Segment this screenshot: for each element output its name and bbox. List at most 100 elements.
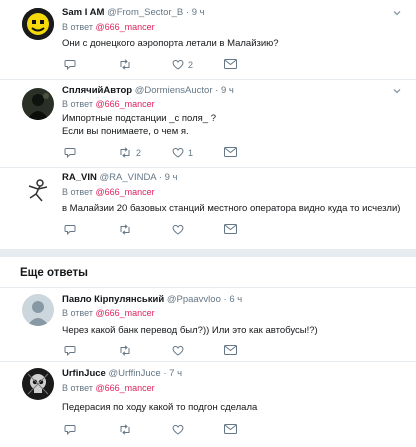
reply-to-link[interactable]: @666_mancer [95,187,154,197]
tweet-header: Sam I AM @From_Sector_B · 9 ч [62,7,205,18]
avatar[interactable] [22,8,54,40]
display-name[interactable]: Sam I AM [62,7,104,18]
reply-button[interactable] [64,345,80,356]
reply-icon [64,425,76,435]
tweet-actions: 2 1 [62,147,252,159]
dark-figure-avatar-icon [22,88,54,120]
retweet-icon [120,147,130,158]
like-button[interactable] [172,424,188,435]
display-name[interactable]: СплячийАвтор [62,85,132,96]
user-handle[interactable]: @UrffinJuce [108,368,160,379]
user-handle[interactable]: @Ppaavvloo [167,294,221,305]
tweet[interactable]: Sam I AM @From_Sector_B · 9 ч В ответ @6… [0,0,416,80]
chevron-down-icon[interactable] [392,86,402,96]
user-handle[interactable]: @RA_VINDA [99,172,156,183]
envelope-icon [224,59,237,69]
figure-avatar-icon [22,174,54,206]
like-count: 2 [188,59,194,70]
retweet-button[interactable] [118,345,136,356]
direct-message-button[interactable] [224,224,237,234]
tweet-text-line: в Малайзии 20 базовых станций местного о… [62,203,401,214]
tweet-actions [62,224,252,236]
envelope-icon [224,224,237,234]
tweet-header: UrfinJuce @UrffinJuce · 7 ч [62,368,183,379]
heart-icon [172,147,184,158]
chevron-down-icon[interactable] [392,8,402,18]
direct-message-button[interactable] [224,59,237,69]
tweet-header: СплячийАвтор @DormiensAuctor · 9 ч [62,85,234,96]
user-handle[interactable]: @From_Sector_B [107,7,183,18]
like-button[interactable] [172,224,188,235]
retweet-icon [120,424,130,435]
heart-icon [172,224,184,235]
reply-button[interactable] [64,59,80,70]
retweet-button[interactable] [118,424,136,435]
retweet-button[interactable] [118,59,136,70]
direct-message-button[interactable] [224,345,237,355]
retweet-icon [120,224,130,235]
user-handle[interactable]: @DormiensAuctor [135,85,213,96]
display-name[interactable]: Павло Кiрпулянський [62,294,164,305]
direct-message-button[interactable] [224,147,237,157]
avatar[interactable] [22,294,54,326]
direct-message-button[interactable] [224,424,237,434]
tweet-text: в Малайзии 20 базовых станций местного о… [62,203,400,216]
heart-icon [172,424,184,435]
reply-prefix: В ответ [62,22,93,32]
reply-button[interactable] [64,147,80,158]
more-replies-header: Еще ответы [0,250,416,287]
display-name[interactable]: RA_VIN [62,172,97,183]
timestamp[interactable]: 9 ч [165,172,178,183]
timestamp[interactable]: 9 ч [221,85,234,96]
reply-icon [64,346,76,356]
retweet-count: 2 [136,147,142,158]
timestamp[interactable]: 6 ч [229,294,242,305]
retweet-button[interactable] [118,224,136,235]
tweet-text: Педерасия по ходу какой то подгон сделал… [62,402,257,415]
timestamp[interactable]: 7 ч [169,368,182,379]
display-name[interactable]: UrfinJuce [62,368,106,379]
tweet-actions: 2 [62,59,252,71]
more-replies-title: Еще ответы [20,267,88,279]
reply-icon [64,225,76,235]
reply-button[interactable] [64,424,80,435]
tweet-text-line: Если вы понимаете, о чем я. [62,125,189,137]
reply-icon [64,148,76,158]
replies-feed: Sam I AM @From_Sector_B · 9 ч В ответ @6… [0,0,416,447]
reply-to-link[interactable]: @666_mancer [95,22,154,32]
skull-avatar-icon [22,368,54,400]
reply-prefix: В ответ [62,99,93,109]
tweet[interactable]: UrfinJuce @UrffinJuce · 7 ч В ответ @666… [0,362,416,447]
like-button[interactable]: 1 [172,147,193,158]
tweet-text-line: Импортные подстанции _с поля_ ? [62,113,216,124]
envelope-icon [224,345,237,355]
like-button[interactable]: 2 [172,59,193,70]
reply-context: В ответ @666_mancer [62,187,155,197]
timestamp[interactable]: 9 ч [192,7,205,18]
reply-prefix: В ответ [62,308,93,318]
reply-context: В ответ @666_mancer [62,308,155,318]
reply-to-link[interactable]: @666_mancer [95,99,154,109]
tweet-text: Импортные подстанции _с поля_ ? Если вы … [62,113,216,138]
avatar[interactable] [22,368,54,400]
tweet-text-line: Они с донецкого аэропорта летали в Малай… [62,38,279,49]
tweet-text-line: Педерасия по ходу какой то подгон сделал… [62,402,258,413]
reply-icon [64,60,76,70]
heart-icon [172,59,184,70]
avatar[interactable] [22,174,54,206]
like-button[interactable] [172,345,188,356]
reply-button[interactable] [64,224,80,235]
tweet[interactable]: RA_VIN @RA_VINDA · 9 ч В ответ @666_manc… [0,168,416,250]
tweet-text: Через какой банк перевод был?)) Или это … [62,325,318,338]
tweet[interactable]: СплячийАвтор @DormiensAuctor · 9 ч В отв… [0,80,416,168]
retweet-button[interactable]: 2 [118,147,141,158]
default-avatar-icon [22,294,54,326]
tweet-header: RA_VIN @RA_VINDA · 9 ч [62,172,178,183]
reply-to-link[interactable]: @666_mancer [95,308,154,318]
tweet-actions [62,424,252,436]
heart-icon [172,345,184,356]
avatar[interactable] [22,88,54,120]
envelope-icon [224,147,237,157]
tweet[interactable]: Павло Кiрпулянський @Ppaavvloo · 6 ч В о… [0,287,416,362]
reply-to-link[interactable]: @666_mancer [95,383,154,393]
